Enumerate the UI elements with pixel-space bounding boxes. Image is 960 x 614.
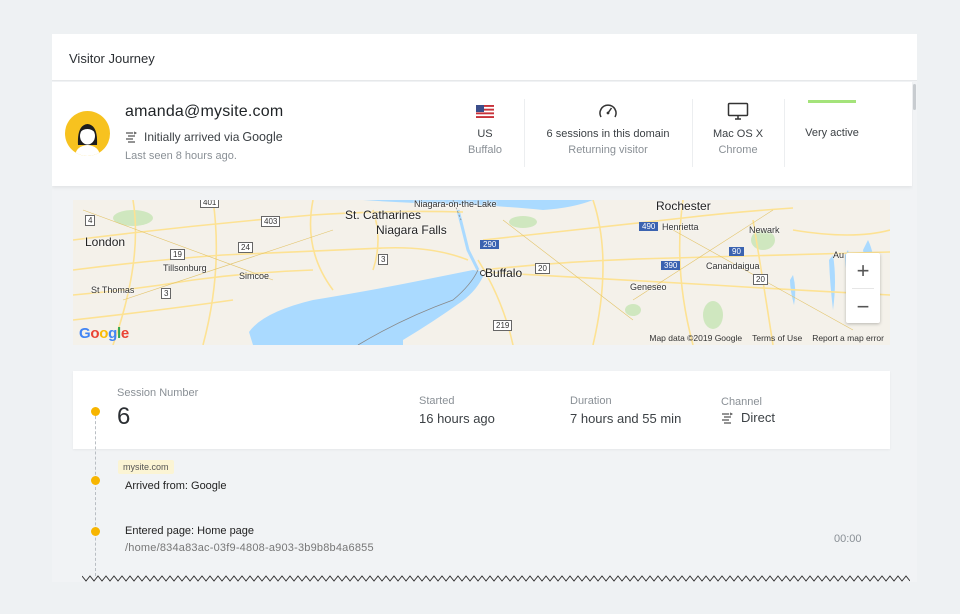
map-zoom-control: + −	[846, 253, 880, 323]
speedometer-icon	[599, 104, 617, 118]
route-shield: 290	[480, 240, 500, 249]
domain-badge: mysite.com	[118, 460, 174, 474]
avatar[interactable]	[65, 111, 110, 156]
map-label: Newark	[749, 225, 780, 235]
route-shield: 390	[661, 261, 681, 270]
channel-value: Direct	[721, 410, 775, 425]
session-number: 6	[117, 403, 131, 430]
map-label: Tillsonburg	[163, 263, 207, 273]
route-shield: 490	[639, 222, 659, 231]
route-shield: 24	[238, 242, 253, 253]
channel-label: Channel	[721, 396, 762, 408]
timeline-dot	[91, 527, 100, 536]
map-label: Simcoe	[239, 271, 270, 281]
started-label: Started	[419, 395, 455, 407]
stat-activity: Very active	[794, 99, 870, 167]
arrived-via: Initially arrived via Google	[125, 130, 283, 144]
google-logo: Google	[79, 325, 129, 342]
activity-bar	[808, 100, 856, 103]
route-shield: 90	[729, 247, 744, 256]
stat-device: Mac OS X Chrome	[696, 99, 780, 167]
channel-icon	[126, 131, 137, 143]
zoom-out-button[interactable]: −	[846, 289, 880, 324]
route-shield: 219	[493, 320, 513, 331]
event-arrived: Arrived from: Google	[125, 480, 227, 492]
duration-value: 7 hours and 55 min	[570, 411, 682, 426]
event-page-path[interactable]: /home/834a83ac-03f9-4808-a903-3b9b8b4a68…	[125, 542, 374, 554]
torn-edge	[82, 575, 910, 582]
timeline-dot	[91, 476, 100, 485]
route-shield: 3	[161, 288, 172, 299]
map-label: St Thomas	[91, 285, 135, 295]
panel-header: Visitor Journey	[52, 34, 917, 81]
route-shield: 4	[85, 215, 96, 226]
event-entered-page[interactable]: Entered page: Home page	[125, 525, 254, 537]
visitor-journey-panel: Visitor Journey amanda@mysite.com Initia…	[52, 34, 917, 582]
last-seen: Last seen 8 hours ago.	[125, 150, 237, 162]
map-label: St. Catharines	[345, 208, 422, 222]
activity-level: Very active	[805, 127, 859, 139]
location-country: US	[477, 128, 493, 140]
map-label: Henrietta	[662, 222, 699, 232]
route-shield: 3	[378, 254, 389, 265]
arrived-prefix: Initially arrived via	[144, 130, 240, 144]
map-label: Niagara-on-the-Lake	[414, 200, 497, 209]
sessions-count: 6 sessions in this domain	[546, 128, 670, 140]
divider	[692, 99, 693, 167]
map-label: Canandaigua	[706, 261, 760, 271]
report-map-error-link[interactable]: Report a map error	[812, 333, 884, 343]
device-browser: Chrome	[718, 144, 758, 156]
visitor-type: Returning visitor	[568, 144, 648, 156]
route-shield: 20	[753, 274, 768, 285]
route-shield: 401	[200, 200, 220, 208]
event-time: 00:00	[834, 533, 862, 545]
zoom-in-button[interactable]: +	[846, 253, 880, 288]
duration-label: Duration	[570, 395, 612, 407]
map-label: Geneseo	[630, 282, 667, 292]
route-shield: 19	[170, 249, 185, 260]
location-city: Buffalo	[467, 144, 503, 156]
arrived-source: Google	[242, 130, 283, 144]
monitor-icon	[727, 102, 749, 120]
visitor-email: amanda@mysite.com	[125, 103, 284, 120]
avatar-face-icon	[75, 124, 100, 156]
visitor-card: amanda@mysite.com Initially arrived via …	[52, 82, 912, 186]
started-value: 16 hours ago	[419, 411, 495, 426]
map-label: Au	[833, 250, 845, 260]
panel-title: Visitor Journey	[69, 51, 155, 66]
map[interactable]: Niagara-on-the-Lake Rochester St. Cathar…	[73, 200, 890, 345]
route-shield: 403	[261, 216, 281, 227]
scrollbar-track[interactable]	[913, 82, 917, 582]
session-number-label: Session Number	[117, 387, 199, 399]
channel-icon	[722, 412, 733, 424]
stat-location: US Buffalo	[443, 99, 527, 167]
us-flag-icon	[476, 104, 494, 118]
session-card[interactable]: Session Number 6 Started 16 hours ago Du…	[73, 371, 890, 449]
map-label: Buffalo	[485, 266, 523, 280]
timeline-dot	[91, 407, 100, 416]
divider	[784, 99, 785, 167]
scrollbar-thumb[interactable]	[913, 84, 916, 110]
timeline-line	[95, 411, 96, 576]
map-attribution: Map data ©2019 Google	[649, 333, 743, 343]
map-label: Rochester	[656, 200, 711, 213]
terms-link[interactable]: Terms of Use	[752, 333, 802, 343]
map-footer: Map data ©2019 Google Terms of Use Repor…	[649, 333, 884, 343]
stat-sessions: 6 sessions in this domain Returning visi…	[528, 99, 688, 167]
channel-text: Direct	[741, 410, 775, 425]
map-label: London	[85, 235, 126, 249]
map-label: Niagara Falls	[376, 223, 447, 237]
divider	[524, 99, 525, 167]
route-shield: 20	[535, 263, 550, 274]
device-os: Mac OS X	[712, 128, 764, 140]
